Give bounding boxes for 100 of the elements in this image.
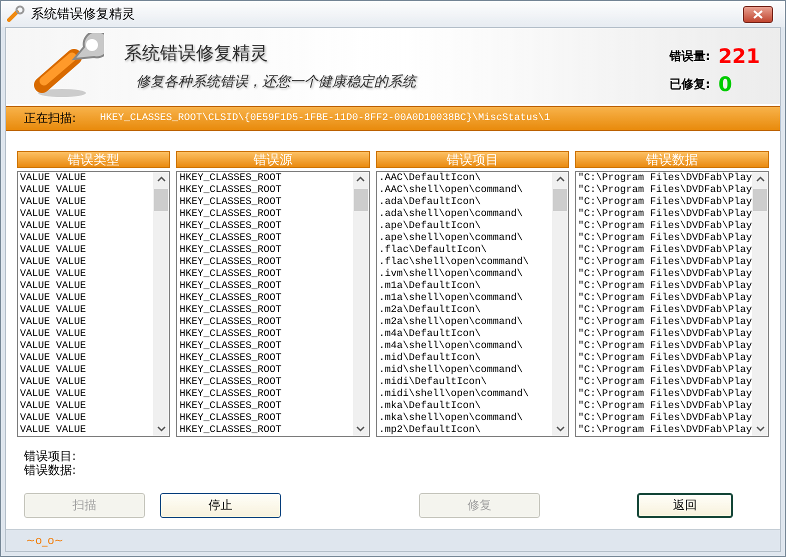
list-item[interactable]: VALUE VALUE xyxy=(20,377,152,389)
action-button[interactable]: 返回 xyxy=(637,493,733,518)
list-item[interactable]: VALUE VALUE xyxy=(20,413,152,425)
list-item[interactable]: HKEY_CLASSES_ROOT xyxy=(179,245,351,257)
list-item[interactable]: VALUE VALUE xyxy=(20,365,152,377)
list-item[interactable]: .midi\shell\open\command\ xyxy=(378,389,550,401)
list-item[interactable]: .flac\shell\open\command\ xyxy=(378,257,550,269)
scroll-down-icon[interactable] xyxy=(356,426,366,432)
list-item[interactable]: "C:\Program Files\DVDFab\Play xyxy=(578,401,750,413)
list-item[interactable]: .mka\shell\open\command\ xyxy=(378,413,550,425)
list-item[interactable]: "C:\Program Files\DVDFab\Play xyxy=(578,257,750,269)
scroll-up-icon[interactable] xyxy=(756,176,764,182)
scroll-up-icon[interactable] xyxy=(556,176,564,182)
list-item[interactable]: .mid\DefaultIcon\ xyxy=(378,353,550,365)
list-item[interactable]: VALUE VALUE xyxy=(20,209,152,221)
list-item[interactable]: "C:\Program Files\DVDFab\Play xyxy=(578,173,750,185)
list-item[interactable]: .ape\shell\open\command\ xyxy=(378,233,550,245)
scroll-thumb[interactable] xyxy=(753,189,767,211)
list-item[interactable]: HKEY_CLASSES_ROOT xyxy=(179,353,351,365)
action-button[interactable]: 停止 xyxy=(160,493,281,518)
scroll-down-icon[interactable] xyxy=(756,426,764,432)
list-item[interactable]: "C:\Program Files\DVDFab\Play xyxy=(578,245,750,257)
list-item[interactable]: VALUE VALUE xyxy=(20,185,152,197)
list-item[interactable]: HKEY_CLASSES_ROOT xyxy=(179,305,351,317)
list-item[interactable]: VALUE VALUE xyxy=(20,221,152,233)
list-item[interactable]: "C:\Program Files\DVDFab\Play xyxy=(578,377,750,389)
list-item[interactable]: .mid\shell\open\command\ xyxy=(378,365,550,377)
list-item[interactable]: "C:\Program Files\DVDFab\Play xyxy=(578,233,750,245)
list-item[interactable]: VALUE VALUE xyxy=(20,341,152,353)
list-item[interactable]: .flac\DefaultIcon\ xyxy=(378,245,550,257)
list-item[interactable]: "C:\Program Files\DVDFab\Play xyxy=(578,185,750,197)
list-item[interactable]: .m4a\DefaultIcon\ xyxy=(378,329,550,341)
list-item[interactable]: .ape\DefaultIcon\ xyxy=(378,221,550,233)
list-item[interactable]: "C:\Program Files\DVDFab\Play xyxy=(578,329,750,341)
list-item[interactable]: HKEY_CLASSES_ROOT xyxy=(179,257,351,269)
list-item[interactable]: "C:\Program Files\DVDFab\Play xyxy=(578,293,750,305)
list-item[interactable]: HKEY_CLASSES_ROOT xyxy=(179,233,351,245)
list-item[interactable]: VALUE VALUE xyxy=(20,329,152,341)
list-item[interactable]: "C:\Program Files\DVDFab\Play xyxy=(578,305,750,317)
list-item[interactable]: VALUE VALUE xyxy=(20,317,152,329)
list-item[interactable]: HKEY_CLASSES_ROOT xyxy=(179,197,351,209)
scroll-thumb[interactable] xyxy=(354,189,368,211)
list-item[interactable]: "C:\Program Files\DVDFab\Play xyxy=(578,317,750,329)
list-item[interactable]: HKEY_CLASSES_ROOT xyxy=(179,209,351,221)
list-item[interactable]: HKEY_CLASSES_ROOT xyxy=(179,269,351,281)
list-item[interactable]: HKEY_CLASSES_ROOT xyxy=(179,173,351,185)
list-item[interactable]: VALUE VALUE xyxy=(20,425,152,436)
list-item[interactable]: HKEY_CLASSES_ROOT xyxy=(179,365,351,377)
scrollbar[interactable] xyxy=(752,172,768,436)
close-button[interactable] xyxy=(743,6,773,22)
list-item[interactable]: "C:\Program Files\DVDFab\Play xyxy=(578,353,750,365)
list-item[interactable]: .ada\shell\open\command\ xyxy=(378,209,550,221)
list-item[interactable]: .m4a\shell\open\command\ xyxy=(378,341,550,353)
list-item[interactable]: HKEY_CLASSES_ROOT xyxy=(179,413,351,425)
list-item[interactable]: VALUE VALUE xyxy=(20,281,152,293)
list-item[interactable]: .mka\DefaultIcon\ xyxy=(378,401,550,413)
list-item[interactable]: VALUE VALUE xyxy=(20,305,152,317)
list-item[interactable]: "C:\Program Files\DVDFab\Play xyxy=(578,389,750,401)
list-item[interactable]: HKEY_CLASSES_ROOT xyxy=(179,389,351,401)
scroll-thumb[interactable] xyxy=(553,189,567,211)
scrollbar[interactable] xyxy=(552,172,568,436)
scroll-up-icon[interactable] xyxy=(156,176,166,182)
list-item[interactable]: .m2a\shell\open\command\ xyxy=(378,317,550,329)
list-item[interactable]: VALUE VALUE xyxy=(20,257,152,269)
list-item[interactable]: VALUE VALUE xyxy=(20,353,152,365)
list-item[interactable]: .m1a\DefaultIcon\ xyxy=(378,281,550,293)
scroll-down-icon[interactable] xyxy=(156,426,166,432)
list-item[interactable]: "C:\Program Files\DVDFab\Play xyxy=(578,341,750,353)
list-item[interactable]: "C:\Program Files\DVDFab\Play xyxy=(578,197,750,209)
list-item[interactable]: VALUE VALUE xyxy=(20,293,152,305)
list-item[interactable]: "C:\Program Files\DVDFab\Play xyxy=(578,209,750,221)
list-item[interactable]: VALUE VALUE xyxy=(20,197,152,209)
list-item[interactable]: .ivm\shell\open\command\ xyxy=(378,269,550,281)
list-item[interactable]: "C:\Program Files\DVDFab\Play xyxy=(578,269,750,281)
list-item[interactable]: HKEY_CLASSES_ROOT xyxy=(179,329,351,341)
list-item[interactable]: .ada\DefaultIcon\ xyxy=(378,197,550,209)
list-item[interactable]: HKEY_CLASSES_ROOT xyxy=(179,425,351,436)
list-item[interactable]: "C:\Program Files\DVDFab\Play xyxy=(578,425,750,436)
scroll-down-icon[interactable] xyxy=(556,426,564,432)
list-item[interactable]: .m1a\shell\open\command\ xyxy=(378,293,550,305)
scroll-thumb[interactable] xyxy=(154,189,168,211)
list-item[interactable]: "C:\Program Files\DVDFab\Play xyxy=(578,221,750,233)
list-item[interactable]: .m2a\DefaultIcon\ xyxy=(378,305,550,317)
list-item[interactable]: .midi\DefaultIcon\ xyxy=(378,377,550,389)
list-item[interactable]: .AAC\DefaultIcon\ xyxy=(378,173,550,185)
scroll-up-icon[interactable] xyxy=(356,176,366,182)
list-item[interactable]: HKEY_CLASSES_ROOT xyxy=(179,377,351,389)
list-item[interactable]: "C:\Program Files\DVDFab\Play xyxy=(578,413,750,425)
list-item[interactable]: HKEY_CLASSES_ROOT xyxy=(179,317,351,329)
list-item[interactable]: VALUE VALUE xyxy=(20,173,152,185)
list-item[interactable]: VALUE VALUE xyxy=(20,233,152,245)
list-item[interactable]: "C:\Program Files\DVDFab\Play xyxy=(578,281,750,293)
list-item[interactable]: .mp2\DefaultIcon\ xyxy=(378,425,550,436)
list-item[interactable]: HKEY_CLASSES_ROOT xyxy=(179,401,351,413)
list-item[interactable]: HKEY_CLASSES_ROOT xyxy=(179,221,351,233)
scrollbar[interactable] xyxy=(153,172,170,436)
list-item[interactable]: HKEY_CLASSES_ROOT xyxy=(179,281,351,293)
list-item[interactable]: VALUE VALUE xyxy=(20,401,152,413)
list-item[interactable]: "C:\Program Files\DVDFab\Play xyxy=(578,365,750,377)
list-item[interactable]: VALUE VALUE xyxy=(20,245,152,257)
